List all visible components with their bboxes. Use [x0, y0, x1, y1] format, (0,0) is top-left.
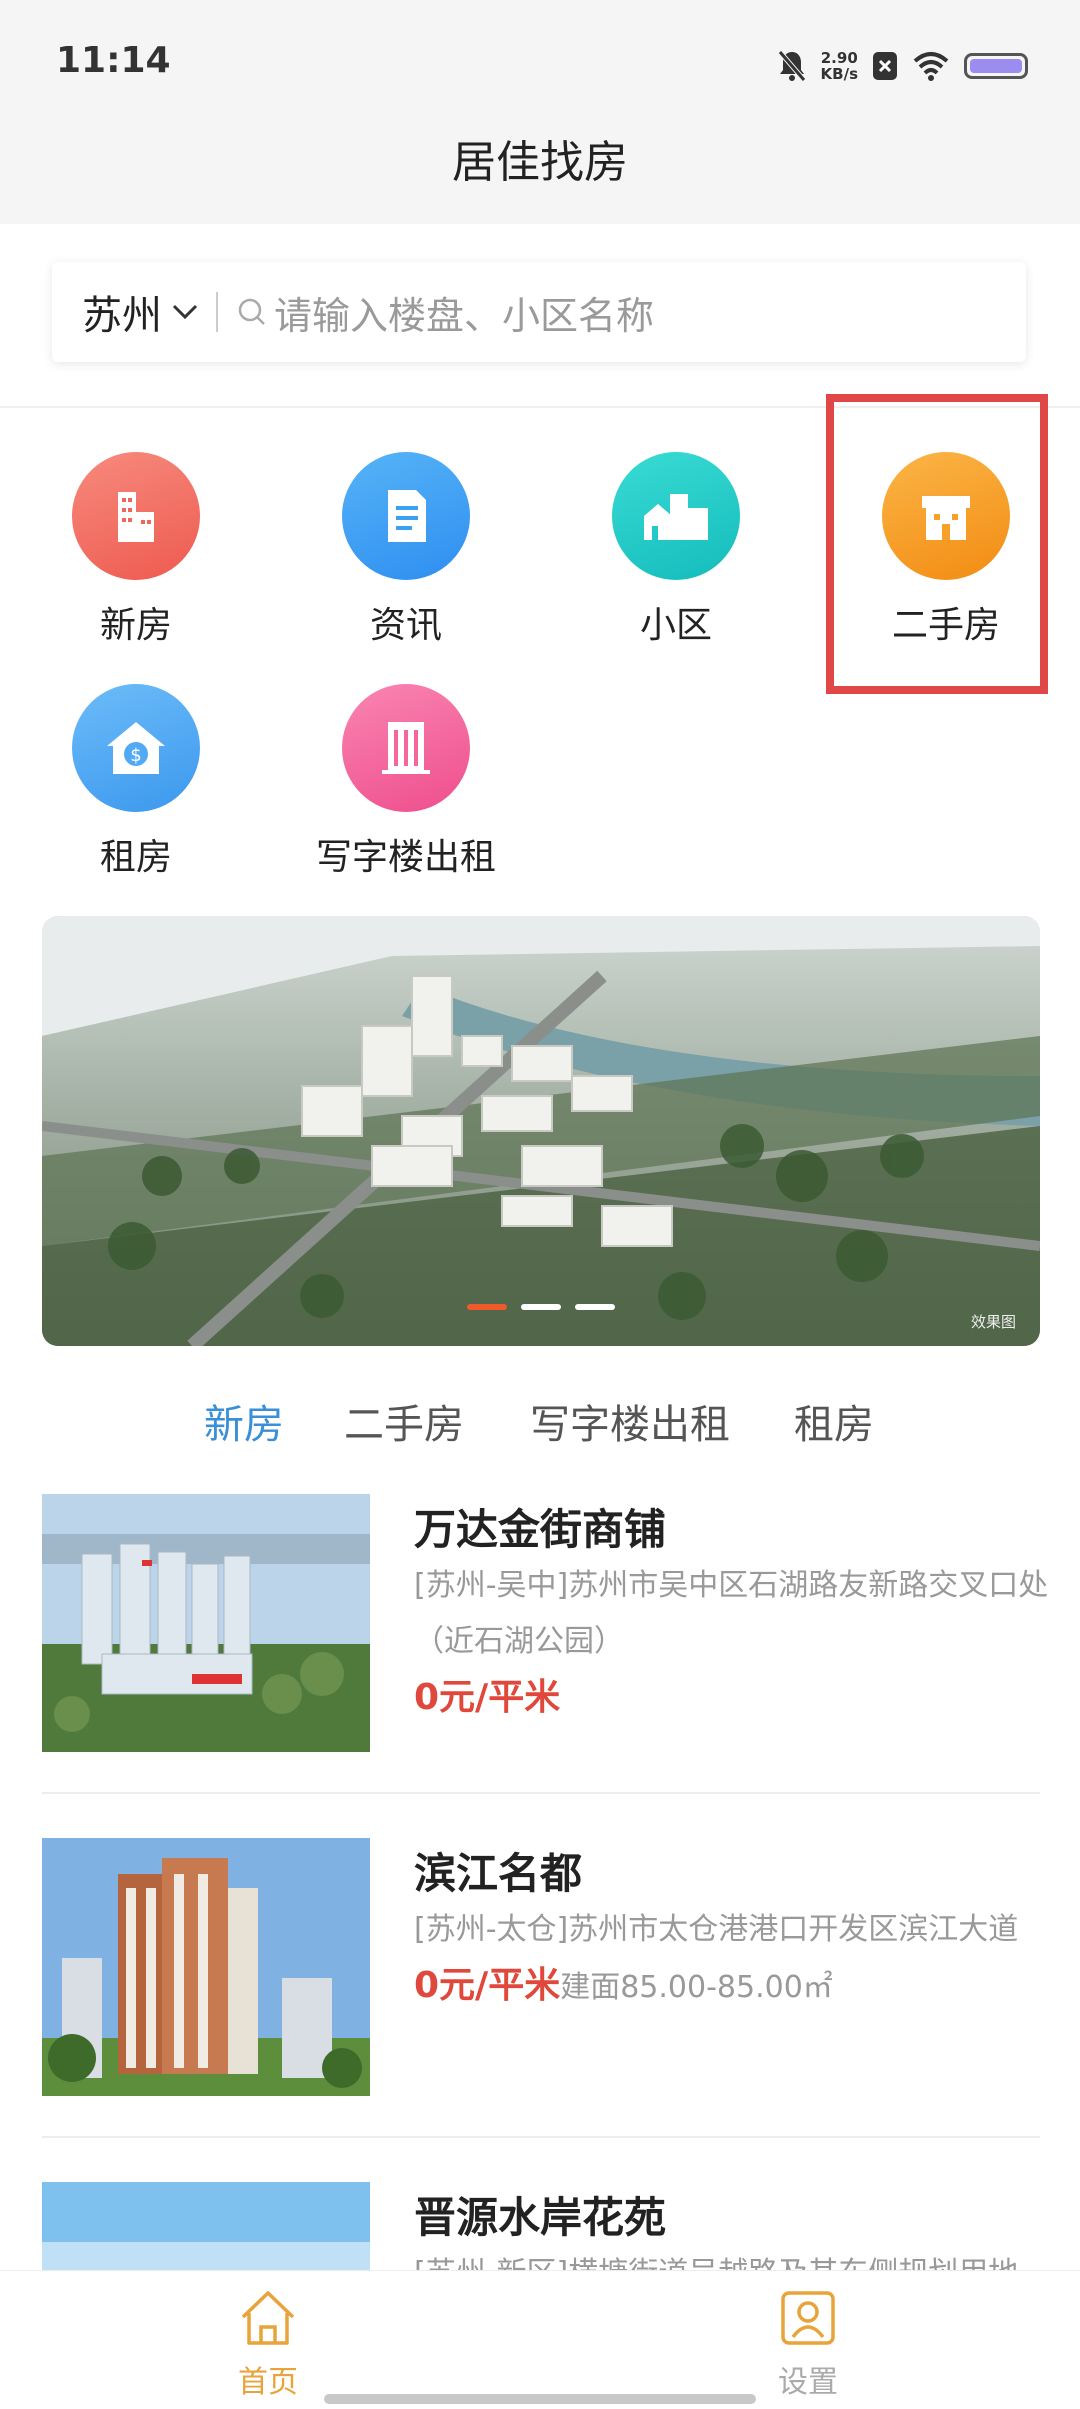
net-speed-value: 2.90 — [820, 49, 858, 67]
building-icon — [72, 452, 200, 580]
list-item[interactable]: 滨江名都 [苏州-太仓]苏州市太仓港港口开发区滨江大道 0元/平米建面85.00… — [42, 1838, 1040, 2098]
search-input[interactable]: 请输入楼盘、小区名称 — [236, 285, 654, 340]
category-label: 资讯 — [369, 605, 442, 646]
listing-address: [苏州-新区]横塘街道吴越路及其东侧规划用地 — [414, 2246, 1040, 2270]
sim-x-icon — [873, 52, 897, 80]
banner-pagination — [42, 1304, 1040, 1310]
listing-address-text: [苏州-新区]横塘街道吴越路及其东侧规划用地 — [414, 2256, 1018, 2270]
city-label: 苏州 — [82, 293, 162, 339]
category-label: 小区 — [639, 605, 712, 646]
status-bar: 11:14 2.90 KB/s — [0, 0, 1080, 124]
tab-rent[interactable]: 租房 — [794, 1392, 874, 1450]
page-title: 居佳找房 — [452, 137, 628, 188]
community-icon — [612, 452, 740, 580]
bell-muted-icon — [777, 50, 806, 82]
tab-new-house[interactable]: 新房 — [204, 1392, 284, 1450]
listing-address-text: [苏州-太仓]苏州市太仓港港口开发区滨江大道 — [414, 1912, 1019, 1947]
banner-watermark: 效果图 — [970, 1313, 1016, 1331]
network-speed: 2.90 KB/s — [821, 50, 858, 82]
list-divider — [42, 1792, 1040, 1794]
listing-name: 滨江名都 — [414, 1849, 583, 1898]
highlight-box — [826, 394, 1048, 694]
net-speed-unit: KB/s — [820, 65, 858, 83]
search-bar: 苏州 请输入楼盘、小区名称 — [52, 262, 1026, 362]
tab-office-rent[interactable]: 写字楼出租 — [530, 1392, 730, 1450]
listing-name: 万达金街商铺 — [414, 1505, 667, 1554]
listing-address: [苏州-太仓]苏州市太仓港港口开发区滨江大道 0元/平米建面85.00-85.0… — [414, 1902, 1080, 2016]
search-divider — [216, 292, 218, 332]
listing-price: 0元/平米 — [414, 1677, 561, 1718]
promo-banner[interactable]: 效果图 — [42, 916, 1040, 1346]
listing-thumbnail — [42, 2182, 370, 2270]
office-building-icon — [342, 684, 470, 812]
category-rent[interactable]: $ 租房 — [36, 684, 236, 880]
bottom-nav: 首页 设置 — [0, 2270, 1080, 2409]
banner-dot — [521, 1304, 561, 1310]
listing-thumbnail — [42, 1838, 370, 2096]
document-icon — [342, 452, 470, 580]
user-profile-icon — [781, 2291, 835, 2345]
status-icons: 2.90 KB/s — [777, 44, 1028, 88]
list-item[interactable]: 万达金街商铺 [苏州-吴中]苏州市吴中区石湖路友新路交叉口处（近石湖公园） 0元… — [42, 1494, 1048, 1754]
list-item[interactable]: 晋源水岸花苑 [苏州-新区]横塘街道吴越路及其东侧规划用地 — [42, 2182, 1040, 2270]
banner-dot — [575, 1304, 615, 1310]
category-office-rent[interactable]: 写字楼出租 — [306, 684, 506, 880]
category-community[interactable]: 小区 — [576, 452, 776, 648]
search-icon — [238, 298, 265, 325]
home-indicator — [324, 2394, 756, 2404]
category-label: 写字楼出租 — [315, 837, 496, 878]
listing-price: 0元/平米 — [414, 1965, 561, 2006]
category-label: 租房 — [99, 837, 172, 878]
banner-image — [42, 916, 1040, 1346]
category-new-house[interactable]: 新房 — [36, 452, 236, 648]
nav-settings[interactable]: 设置 — [708, 2287, 908, 2401]
wifi-icon — [913, 52, 949, 81]
category-news[interactable]: 资讯 — [306, 452, 506, 648]
battery-icon — [964, 53, 1028, 79]
listing-tabs: 新房 二手房 写字楼出租 租房 — [0, 1392, 1080, 1456]
listing-address: [苏州-吴中]苏州市吴中区石湖路友新路交叉口处（近石湖公园） 0元/平米 — [414, 1558, 1080, 1728]
listing-name: 晋源水岸花苑 — [414, 2193, 667, 2242]
city-selector[interactable]: 苏州 — [82, 283, 198, 341]
banner-dot-active — [467, 1304, 507, 1310]
listing-thumbnail — [42, 1494, 370, 1752]
listing-address-text: [苏州-吴中]苏州市吴中区石湖路友新路交叉口处（近石湖公园） — [414, 1568, 1049, 1659]
category-label: 新房 — [99, 605, 172, 646]
search-placeholder: 请输入楼盘、小区名称 — [274, 293, 655, 338]
home-icon — [241, 2291, 295, 2345]
svg-text:$: $ — [130, 745, 141, 766]
status-time: 11:14 — [56, 40, 171, 81]
tab-second-hand[interactable]: 二手房 — [344, 1392, 464, 1450]
rent-house-dollar-icon: $ — [72, 684, 200, 812]
nav-home[interactable]: 首页 — [168, 2287, 368, 2401]
chevron-down-icon — [172, 304, 198, 320]
title-bar: 居佳找房 — [0, 124, 1080, 224]
listing-area: 建面85.00-85.00㎡ — [560, 1970, 833, 2005]
list-divider — [42, 2136, 1040, 2138]
